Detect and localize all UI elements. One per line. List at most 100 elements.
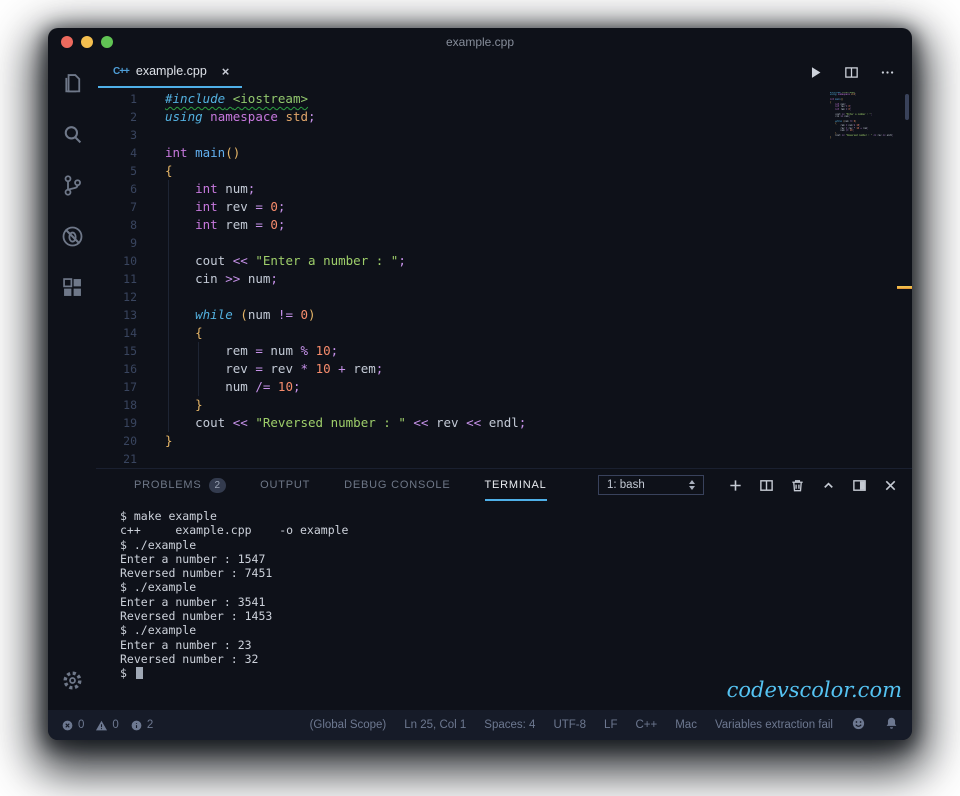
title-bar: example.cpp (48, 28, 912, 56)
code-line[interactable]: 6 int num; (96, 180, 912, 198)
code-text: int main() (137, 144, 240, 162)
code-token: "Reversed number : " (255, 415, 406, 430)
more-actions-icon[interactable] (879, 64, 896, 81)
code-line[interactable]: 5{ (96, 162, 912, 180)
code-line[interactable]: 8 int rem = 0; (96, 216, 912, 234)
code-text: cout << "Enter a number : "; (137, 252, 406, 270)
panel-tab-output[interactable]: OUTPUT (260, 469, 310, 501)
code-token: int (165, 145, 188, 160)
run-button[interactable] (807, 64, 824, 81)
code-token: { (195, 325, 203, 340)
code-area[interactable]: 1 #include <iostream> 2 using namespace std… (96, 88, 912, 468)
search-icon[interactable] (59, 121, 86, 148)
code-token: ; (277, 217, 286, 232)
code-token: rem (353, 361, 376, 376)
terminal-line: $ ./example (120, 623, 197, 638)
code-line[interactable]: 13 while (num != 0) (96, 306, 912, 324)
close-panel-icon[interactable] (883, 478, 898, 493)
line-number: 10 (123, 254, 137, 268)
line-number: 6 (130, 182, 137, 196)
code-line[interactable]: 1 #include <iostream> (96, 90, 912, 108)
code-token: != (277, 307, 293, 322)
code-line[interactable]: 4 int main() (96, 144, 912, 162)
debug-disabled-icon[interactable] (59, 223, 86, 250)
overview-ruler-mark (897, 286, 912, 289)
problems-count-badge: 2 (208, 477, 227, 493)
kill-terminal-trash-icon[interactable] (790, 478, 805, 493)
notifications-bell-icon[interactable] (884, 716, 899, 734)
code-line[interactable]: 19 cout << "Reversed number : " << rev <… (96, 414, 912, 432)
code-line[interactable]: 14 { (96, 324, 912, 342)
code-editor[interactable]: 1 #include <iostream> 2 using namespace std… (96, 88, 912, 468)
code-line[interactable]: 12 (96, 288, 912, 306)
code-line[interactable]: 15 rem = num % 10; (96, 342, 912, 360)
status-item-lf[interactable]: LF (604, 719, 617, 731)
explorer-icon[interactable] (59, 70, 86, 97)
status-problems[interactable]: 0 0 2 (61, 719, 153, 732)
code-token: int (195, 181, 218, 196)
status-item-variables-extraction-fail[interactable]: Variables extraction fail (715, 719, 833, 731)
chevron-up-icon[interactable] (821, 478, 836, 493)
maximize-panel-icon[interactable] (852, 478, 867, 493)
code-token: ; (518, 415, 527, 430)
code-token: main (195, 145, 226, 160)
editor-scrollbar[interactable] (905, 94, 909, 120)
extensions-icon[interactable] (59, 274, 86, 301)
code-text: cin >> num; (137, 270, 278, 288)
code-token: >> (225, 271, 241, 286)
tab-example-cpp[interactable]: C++ example.cpp × (98, 56, 243, 88)
panel-tab-problems[interactable]: PROBLEMS 2 (134, 469, 227, 501)
code-token: = (255, 217, 263, 232)
code-line[interactable]: 17 num /= 10; (96, 378, 912, 396)
new-terminal-icon[interactable] (728, 478, 743, 493)
code-token: % (300, 343, 309, 358)
errors-indicator[interactable]: 0 (61, 719, 84, 732)
panel-tab-debug-console[interactable]: DEBUG CONSOLE (344, 469, 450, 501)
code-token: #include (165, 91, 226, 106)
settings-gear-icon[interactable] (59, 667, 86, 694)
terminal-line: Reversed number : 32 (120, 651, 259, 666)
code-line[interactable]: 21 (96, 450, 912, 468)
terminal-shell-select[interactable]: 1: bash (598, 475, 704, 495)
warnings-indicator[interactable]: 0 (95, 719, 119, 732)
line-number: 8 (130, 218, 137, 232)
code-line[interactable]: 10 cout << "Enter a number : "; (96, 252, 912, 270)
code-line[interactable]: 16 rev = rev * 10 + rem; (96, 360, 912, 378)
code-line[interactable]: 7 int rev = 0; (96, 198, 912, 216)
code-line[interactable]: 9 (96, 234, 912, 252)
split-editor-icon[interactable] (843, 64, 860, 81)
status-item-c[interactable]: C++ (635, 719, 657, 731)
status-item-spaces-4[interactable]: Spaces: 4 (484, 719, 535, 731)
infos-indicator[interactable]: 2 (130, 719, 153, 732)
status-item-mac[interactable]: Mac (675, 719, 697, 731)
status-item-utf-8[interactable]: UTF-8 (553, 719, 586, 731)
code-line[interactable]: 3 (96, 126, 912, 144)
code-line[interactable]: 2 using namespace std; (96, 108, 912, 126)
code-token: rem (225, 343, 256, 358)
panel-tabs: PROBLEMS 2 OUTPUT DEBUG CONSOLE TERMINAL (134, 469, 581, 501)
panel-tab-terminal[interactable]: TERMINAL (485, 469, 547, 501)
code-line[interactable]: 11 cin >> num; (96, 270, 912, 288)
feedback-smiley-icon[interactable] (851, 716, 866, 734)
terminal-line: Enter a number : 23 (120, 637, 252, 652)
tab-close-icon[interactable]: × (222, 64, 230, 79)
code-token: * (300, 361, 309, 376)
code-token: () (225, 145, 241, 160)
status-item-ln-25-col-1[interactable]: Ln 25, Col 1 (404, 719, 466, 731)
split-terminal-icon[interactable] (759, 478, 774, 493)
code-text: int rev = 0; (137, 198, 285, 216)
code-line[interactable]: 18 } (96, 396, 912, 414)
status-item-global-scope[interactable]: (Global Scope) (310, 719, 387, 731)
code-token: ; (375, 361, 384, 376)
code-token: rev (435, 415, 467, 430)
source-control-icon[interactable] (59, 172, 86, 199)
code-line[interactable]: 20} (96, 432, 912, 450)
